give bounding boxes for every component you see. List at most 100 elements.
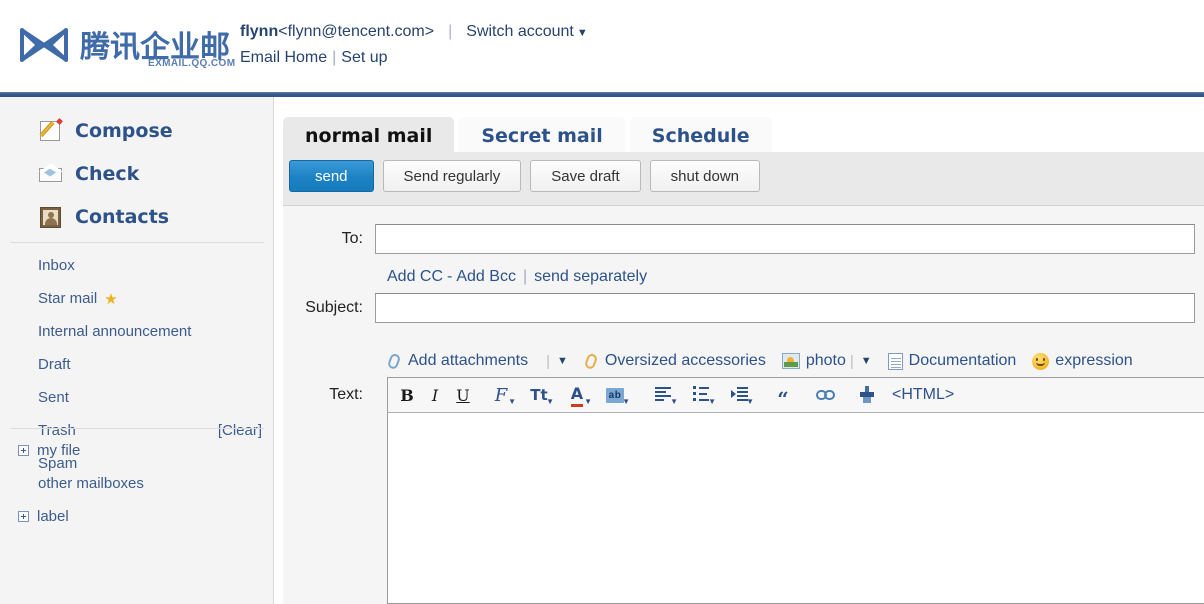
add-cc-link[interactable]: Add CC: [387, 268, 443, 285]
folder-label: Sent: [38, 389, 69, 406]
clear-format-icon[interactable]: [856, 382, 878, 408]
chevron-down-icon[interactable]: ▼: [746, 397, 754, 406]
folder-label: Internal announcement: [38, 323, 191, 340]
sidebar-tree-list: my file other mailboxes label: [0, 434, 274, 533]
folder-label: Star mail: [38, 290, 97, 307]
brand-logo[interactable]: 腾讯企业邮 EXMAIL.QQ.COM: [18, 22, 230, 76]
compose-tabs: normal mail Secret mail Schedule: [283, 114, 1204, 155]
app-header: 腾讯企业邮 EXMAIL.QQ.COM flynn<flynn@tencent.…: [0, 0, 1204, 92]
sidebar-tree-my-file[interactable]: my file: [0, 434, 274, 467]
shut-down-button[interactable]: shut down: [650, 160, 760, 192]
compose-icon: [38, 118, 64, 144]
html-source-button[interactable]: <HTML>: [892, 382, 954, 408]
subject-input-wrap[interactable]: [375, 293, 1195, 323]
rich-text-editor[interactable]: B I U F ▼ Tt ▼ A ▼ ab ▼: [387, 377, 1204, 604]
setup-link[interactable]: Set up: [341, 49, 387, 66]
check-mail-icon: [38, 161, 64, 187]
chevron-down-icon[interactable]: ▼: [622, 397, 630, 406]
attachment-bar: Add attachments | ▼ Oversized accessorie…: [387, 346, 1149, 376]
text-color-icon[interactable]: A ▼: [566, 382, 588, 408]
send-regularly-button[interactable]: Send regularly: [383, 160, 522, 192]
insert-link-icon[interactable]: [814, 382, 836, 408]
attachments-chevron-down-icon[interactable]: ▼: [557, 355, 568, 367]
sidebar-folder-inbox[interactable]: Inbox: [0, 249, 274, 282]
chevron-down-icon[interactable]: ▼: [584, 397, 592, 406]
documentation-label: Documentation: [909, 352, 1017, 370]
save-draft-button[interactable]: Save draft: [530, 160, 640, 192]
send-button[interactable]: send: [289, 160, 374, 192]
folder-label: Draft: [38, 356, 71, 373]
compose-action-buttons: send Send regularly Save draft shut down: [289, 160, 769, 192]
sidebar-item-check[interactable]: Check: [0, 152, 273, 195]
highlight-color-icon[interactable]: ab ▼: [604, 382, 626, 408]
subject-input[interactable]: [376, 294, 1194, 322]
sidebar-primary-nav: Compose Check Contacts: [0, 97, 273, 238]
sidebar-tree-other-mailboxes[interactable]: other mailboxes: [0, 467, 274, 500]
brush-glyph: [860, 386, 874, 404]
editor-body[interactable]: [388, 413, 1204, 603]
tab-schedule[interactable]: Schedule: [630, 117, 772, 155]
add-attachments-label: Add attachments: [408, 352, 528, 370]
document-icon: [888, 353, 903, 370]
font-family-icon[interactable]: F ▼: [490, 382, 512, 408]
main-content: normal mail Secret mail Schedule send Se…: [275, 97, 1204, 604]
tree-label: my file: [37, 442, 80, 459]
send-separately-link[interactable]: send separately: [534, 268, 647, 285]
to-input[interactable]: [376, 225, 1194, 253]
underline-icon[interactable]: U: [452, 382, 474, 408]
bullet-list-glyph: [693, 386, 709, 404]
exmail-logo-icon: [18, 26, 70, 64]
sidebar-folder-draft[interactable]: Draft: [0, 348, 274, 381]
photo-label: photo: [806, 352, 846, 370]
chevron-down-icon[interactable]: ▼: [546, 397, 554, 406]
paperclip-gold-icon: [581, 350, 601, 371]
chevron-down-icon[interactable]: ▼: [708, 397, 716, 406]
brand-domain: EXMAIL.QQ.COM: [148, 58, 235, 69]
photo-button[interactable]: photo: [782, 352, 846, 370]
oversized-accessories-button[interactable]: Oversized accessories: [584, 352, 766, 370]
sidebar-item-label: Compose: [75, 120, 173, 142]
attachment-separator: |: [546, 353, 550, 370]
chevron-down-icon[interactable]: ▼: [577, 27, 588, 39]
align-icon[interactable]: ▼: [652, 382, 674, 408]
sidebar-item-compose[interactable]: Compose: [0, 109, 273, 152]
to-input-wrap[interactable]: [375, 224, 1195, 254]
chevron-down-icon[interactable]: ▼: [508, 397, 516, 406]
sidebar-tree-label[interactable]: label: [0, 500, 274, 533]
bullet-list-icon[interactable]: ▼: [690, 382, 712, 408]
bold-icon[interactable]: B: [396, 382, 418, 408]
tab-normal-mail[interactable]: normal mail: [283, 117, 454, 155]
add-attachments-button[interactable]: Add attachments: [387, 352, 528, 370]
photo-chevron-down-icon[interactable]: ▼: [861, 355, 872, 367]
star-icon: ★: [104, 290, 117, 308]
cc-dash: -: [447, 268, 452, 285]
compose-form: To: Add CC-Add Bcc|send separately Subje…: [283, 206, 1204, 604]
photo-separator: |: [850, 353, 854, 370]
sidebar-folder-internal-announcement[interactable]: Internal announcement: [0, 315, 274, 348]
contacts-icon: [38, 204, 64, 230]
sidebar-item-contacts[interactable]: Contacts: [0, 195, 273, 238]
compose-toolbar: send Send regularly Save draft shut down: [283, 152, 1204, 206]
chevron-down-icon[interactable]: ▼: [670, 397, 678, 406]
expression-label: expression: [1055, 352, 1132, 370]
link-separator: |: [332, 49, 336, 66]
sidebar-item-label: Check: [75, 163, 139, 185]
switch-account-link[interactable]: Switch account: [466, 23, 574, 40]
expand-plus-icon[interactable]: [18, 511, 29, 522]
indent-icon[interactable]: ▼: [728, 382, 750, 408]
emoji-icon: [1032, 353, 1049, 370]
to-field-row: To:: [283, 224, 1195, 254]
blockquote-icon[interactable]: “: [772, 382, 794, 408]
expand-plus-icon[interactable]: [18, 445, 29, 456]
documentation-button[interactable]: Documentation: [888, 352, 1017, 370]
expression-button[interactable]: expression: [1032, 352, 1132, 370]
italic-icon[interactable]: I: [424, 382, 446, 408]
font-family-glyph: F: [495, 385, 508, 406]
oversized-accessories-label: Oversized accessories: [605, 352, 766, 370]
sidebar-folder-star-mail[interactable]: Star mail ★: [0, 282, 274, 315]
tab-secret-mail[interactable]: Secret mail: [459, 117, 624, 155]
font-size-icon[interactable]: Tt ▼: [528, 382, 550, 408]
email-home-link[interactable]: Email Home: [240, 49, 327, 66]
sidebar-folder-sent[interactable]: Sent: [0, 381, 274, 414]
add-bcc-link[interactable]: Add Bcc: [456, 268, 516, 285]
